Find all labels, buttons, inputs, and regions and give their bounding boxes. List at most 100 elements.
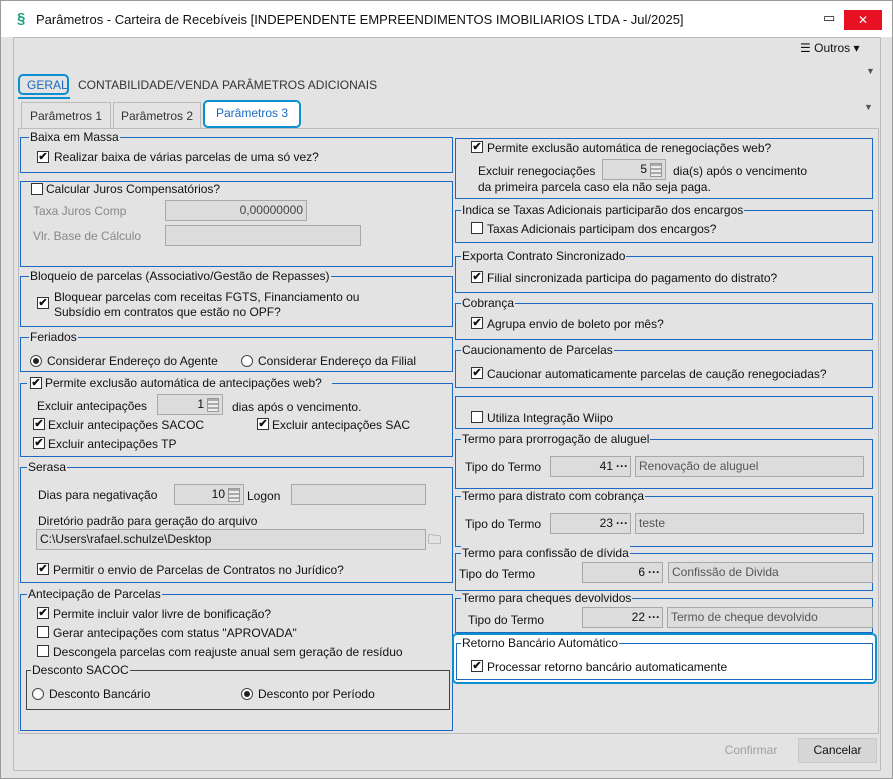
dias-label: dias após o vencimento. bbox=[232, 400, 362, 414]
ellipsis-button[interactable]: ··· bbox=[615, 457, 629, 476]
outros-menu-button[interactable]: ☰ Outros ▾ bbox=[800, 41, 860, 55]
tab-parametros-adicionais[interactable]: PARÂMETROS ADICIONAIS bbox=[222, 78, 377, 92]
excluir-antecip-input[interactable]: 1 bbox=[157, 394, 223, 415]
aprovada-checkbox[interactable] bbox=[37, 626, 49, 638]
filial-label: Considerar Endereço da Filial bbox=[258, 354, 417, 368]
subtab-parametros-2[interactable]: Parâmetros 2 bbox=[113, 102, 201, 128]
caucao-checkbox[interactable] bbox=[471, 367, 483, 379]
group-title: Serasa bbox=[27, 460, 68, 474]
baixa-checkbox[interactable] bbox=[37, 151, 49, 163]
list-icon: ☰ bbox=[800, 41, 811, 55]
base-input[interactable] bbox=[165, 225, 361, 246]
dias-negativacao-label: Dias para negativação bbox=[38, 488, 158, 502]
tab-contabilidade-venda[interactable]: CONTABILIDADE/VENDA bbox=[78, 78, 218, 92]
tipo-termo-code[interactable]: 22 ··· bbox=[582, 607, 663, 628]
wiipo-label: Utiliza Integração Wiipo bbox=[487, 411, 614, 425]
tab-geral[interactable]: GERAL bbox=[27, 78, 68, 92]
exporta-label: Filial sincronizada participa do pagamen… bbox=[487, 271, 778, 285]
parametros-window: § Parâmetros - Carteira de Recebíveis [I… bbox=[0, 0, 893, 779]
group-title: Antecipação de Parcelas bbox=[27, 587, 162, 601]
group-title: Desconto SACOC bbox=[31, 663, 130, 677]
excluir-antecip-label: Excluir antecipações bbox=[37, 399, 148, 413]
bloqueio-checkbox[interactable] bbox=[37, 297, 49, 309]
value: 6 bbox=[638, 565, 645, 579]
tipo-termo-label: Tipo do Termo bbox=[459, 567, 536, 581]
tipo-termo-desc: Confissão de Divida bbox=[668, 562, 873, 583]
maximize-button[interactable]: ▭ bbox=[823, 10, 835, 26]
group-title: Caucionamento de Parcelas bbox=[461, 343, 614, 357]
calculator-icon[interactable] bbox=[207, 397, 219, 412]
close-button[interactable]: ✕ bbox=[844, 10, 882, 30]
logon-label: Logon bbox=[247, 489, 281, 503]
reneg-checkbox[interactable] bbox=[471, 141, 483, 153]
group-title: Cobrança bbox=[461, 296, 516, 310]
ellipsis-button[interactable]: ··· bbox=[615, 514, 629, 533]
taxa-input[interactable]: 0,00000000 bbox=[165, 200, 307, 221]
diretorio-input[interactable]: C:\Users\rafael.schulze\Desktop bbox=[36, 529, 426, 550]
calculator-icon[interactable] bbox=[228, 487, 240, 502]
diretorio-label: Diretório padrão para geração do arquivo bbox=[38, 514, 258, 528]
value: 41 bbox=[599, 459, 613, 473]
juridico-checkbox[interactable] bbox=[37, 563, 49, 575]
group-title: Termo para cheques devolvidos bbox=[461, 591, 633, 605]
confirmar-button[interactable]: Confirmar bbox=[711, 738, 791, 763]
app-logo-icon: § bbox=[17, 10, 26, 27]
tipo-termo-code[interactable]: 6 ··· bbox=[582, 562, 663, 583]
bloqueio-label-2: Subsídio em contratos que estão no OPF? bbox=[54, 305, 281, 319]
outros-label: Outros bbox=[814, 41, 851, 55]
sacoc-label: Excluir antecipações SACOC bbox=[48, 418, 205, 432]
reneg-after-label: dia(s) após o vencimento bbox=[673, 164, 808, 178]
tipo-termo-label: Tipo do Termo bbox=[465, 517, 542, 531]
sac-label: Excluir antecipações SAC bbox=[272, 418, 411, 432]
cobranca-checkbox[interactable] bbox=[471, 317, 483, 329]
bonificacao-label: Permite incluir valor livre de bonificaç… bbox=[53, 607, 272, 621]
sac-checkbox[interactable] bbox=[257, 418, 269, 430]
value: 1 bbox=[197, 397, 204, 411]
group-title: Retorno Bancário Automático bbox=[461, 636, 620, 650]
subtabs-dropdown-icon[interactable]: ▼ bbox=[864, 102, 873, 112]
calculator-icon[interactable] bbox=[650, 162, 662, 177]
value: 22 bbox=[631, 610, 645, 624]
taxas-checkbox[interactable] bbox=[471, 222, 483, 234]
taxa-label: Taxa Juros Comp bbox=[33, 204, 127, 218]
antecip-web-checkbox[interactable] bbox=[30, 377, 42, 389]
value: 5 bbox=[640, 162, 647, 176]
folder-icon[interactable]: 🗀 bbox=[428, 531, 441, 553]
tabs-dropdown-icon[interactable]: ▼ bbox=[866, 66, 875, 76]
tipo-termo-code[interactable]: 23 ··· bbox=[550, 513, 631, 534]
tipo-termo-code[interactable]: 41 ··· bbox=[550, 456, 631, 477]
tipo-termo-label: Tipo do Termo bbox=[468, 613, 545, 627]
chevron-down-icon: ▾ bbox=[853, 41, 860, 55]
reneg-label: Permite exclusão automática de renegocia… bbox=[487, 141, 772, 155]
desconto-bancario-radio[interactable] bbox=[32, 688, 44, 700]
logon-input[interactable] bbox=[291, 484, 426, 505]
excluir-reneg-input[interactable]: 5 bbox=[602, 159, 666, 180]
bonificacao-checkbox[interactable] bbox=[37, 607, 49, 619]
exporta-checkbox[interactable] bbox=[471, 271, 483, 283]
ellipsis-button[interactable]: ··· bbox=[647, 608, 661, 627]
tipo-termo-desc: teste bbox=[635, 513, 864, 534]
juros-checkbox[interactable] bbox=[31, 183, 43, 195]
descongela-checkbox[interactable] bbox=[37, 645, 49, 657]
group-title: Termo para prorrogação de aluguel bbox=[461, 432, 651, 446]
subtab-parametros-3[interactable]: Parâmetros 3 bbox=[203, 100, 301, 128]
antecip-web-label: Permite exclusão automática de antecipaç… bbox=[45, 376, 322, 390]
juridico-label: Permitir o envio de Parcelas de Contrato… bbox=[53, 563, 344, 577]
group-title: Baixa em Massa bbox=[29, 130, 120, 144]
retorno-checkbox[interactable] bbox=[471, 660, 483, 672]
tipo-termo-label: Tipo do Termo bbox=[465, 460, 542, 474]
sacoc-checkbox[interactable] bbox=[33, 418, 45, 430]
cancelar-button[interactable]: Cancelar bbox=[798, 738, 877, 763]
filial-radio[interactable] bbox=[241, 355, 253, 367]
tp-checkbox[interactable] bbox=[33, 437, 45, 449]
wiipo-checkbox[interactable] bbox=[471, 411, 483, 423]
caucao-label: Caucionar automaticamente parcelas de ca… bbox=[487, 367, 827, 381]
ellipsis-button[interactable]: ··· bbox=[647, 563, 661, 582]
group-title: Termo para confissão de dívida bbox=[461, 546, 630, 560]
subtab-parametros-1[interactable]: Parâmetros 1 bbox=[21, 102, 111, 128]
dias-negativacao-input[interactable]: 10 bbox=[174, 484, 244, 505]
descongela-label: Descongela parcelas com reajuste anual s… bbox=[53, 645, 403, 659]
desconto-periodo-radio[interactable] bbox=[241, 688, 253, 700]
agente-radio[interactable] bbox=[30, 355, 42, 367]
group-title: Feriados bbox=[29, 330, 78, 344]
